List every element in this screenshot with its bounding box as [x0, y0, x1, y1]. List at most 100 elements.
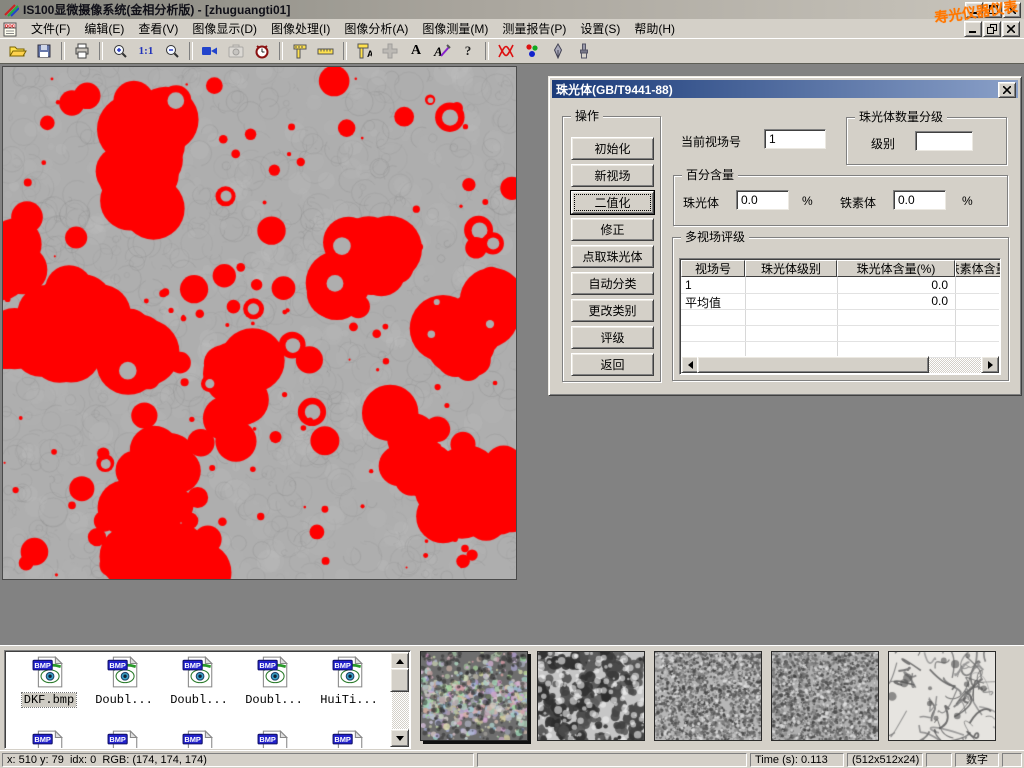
- pearlite-label: 珠光体: [683, 194, 719, 211]
- menu-measure-report[interactable]: 测量报告(P): [495, 18, 573, 39]
- timer-icon[interactable]: [249, 39, 275, 63]
- curve-tool-icon[interactable]: [493, 39, 519, 63]
- grade-input[interactable]: [915, 131, 973, 151]
- thumbnail-3[interactable]: [654, 651, 762, 741]
- file-name[interactable]: Doubl...: [168, 693, 230, 707]
- menu-file[interactable]: 文件(F): [24, 18, 77, 39]
- toolbar-separator: [99, 42, 103, 60]
- file-name[interactable]: HuiTi...: [318, 693, 380, 707]
- mdi-close-button[interactable]: [1002, 21, 1020, 37]
- dialog-close-button[interactable]: [998, 82, 1016, 98]
- correct-button[interactable]: 修正: [571, 218, 654, 241]
- init-button[interactable]: 初始化: [571, 137, 654, 160]
- file-item[interactable]: BMP Doubl...: [163, 655, 235, 707]
- file-item[interactable]: BMP: [313, 729, 385, 749]
- menu-image-measure[interactable]: 图像测量(M): [415, 18, 495, 39]
- col-pearlite-content[interactable]: 珠光体含量(%): [837, 260, 955, 277]
- menu-bar: DOC 文件(F) 编辑(E) 查看(V) 图像显示(D) 图像处理(I) 图像…: [0, 19, 1024, 38]
- file-name[interactable]: DKF.bmp: [22, 693, 76, 707]
- rate-button[interactable]: 评级: [571, 326, 654, 349]
- percent-group-label: 百分含量: [682, 168, 738, 182]
- pearlite-percent-input[interactable]: 0.0: [736, 190, 789, 210]
- toolbar-separator: [189, 42, 193, 60]
- pick-pearlite-button[interactable]: 点取珠光体: [571, 245, 654, 268]
- current-field-input[interactable]: 1: [764, 129, 826, 149]
- menu-image-analysis[interactable]: 图像分析(A): [337, 18, 415, 39]
- open-icon[interactable]: [5, 39, 31, 63]
- table-row[interactable]: 1 0.0: [681, 277, 999, 294]
- col-field[interactable]: 视场号: [681, 260, 745, 277]
- maximize-button[interactable]: [984, 2, 1002, 18]
- save-icon[interactable]: [31, 39, 57, 63]
- file-name[interactable]: Doubl...: [93, 693, 155, 707]
- toolbar-separator: [343, 42, 347, 60]
- status-bar: x: 510 y: 79 idx: 0 RGB: (174, 174, 174)…: [0, 750, 1024, 768]
- thumbnail-2[interactable]: [537, 651, 645, 741]
- new-field-button[interactable]: 新视场: [571, 164, 654, 187]
- video-capture-icon[interactable]: [197, 39, 223, 63]
- close-button[interactable]: [1003, 2, 1021, 18]
- menu-edit[interactable]: 编辑(E): [77, 18, 131, 39]
- pen-tool-icon[interactable]: [545, 39, 571, 63]
- menu-settings[interactable]: 设置(S): [573, 18, 627, 39]
- svg-text:BMP: BMP: [109, 661, 126, 670]
- specimen-canvas[interactable]: [3, 67, 516, 579]
- insert-text-icon[interactable]: A: [403, 39, 429, 63]
- scroll-right-button[interactable]: [981, 356, 999, 373]
- ferrite-percent-input[interactable]: 0.0: [893, 190, 946, 210]
- caliper-icon[interactable]: [287, 39, 313, 63]
- menu-image-processing[interactable]: 图像处理(I): [264, 18, 337, 39]
- edit-annotation-icon[interactable]: A: [429, 39, 455, 63]
- phase-classify-icon[interactable]: [519, 39, 545, 63]
- svg-text:BMP: BMP: [34, 735, 51, 744]
- auto-classify-button[interactable]: 自动分类: [571, 272, 654, 295]
- document-icon: DOC: [2, 21, 20, 37]
- zoom-out-icon[interactable]: [159, 39, 185, 63]
- svg-text:BMP: BMP: [334, 661, 351, 670]
- measure-text-icon[interactable]: A: [351, 39, 377, 63]
- menu-image-display[interactable]: 图像显示(D): [185, 18, 264, 39]
- current-field-label: 当前视场号: [681, 133, 741, 150]
- return-button[interactable]: 返回: [571, 353, 654, 376]
- thumbnail-1[interactable]: [420, 651, 528, 741]
- file-item[interactable]: BMP: [163, 729, 235, 749]
- change-class-button[interactable]: 更改类别: [571, 299, 654, 322]
- bmp-file-icon: BMP: [182, 729, 216, 749]
- file-item[interactable]: BMP Doubl...: [238, 655, 310, 707]
- mdi-minimize-button[interactable]: [964, 21, 982, 37]
- dialog-title-bar[interactable]: 珠光体(GB/T9441-88): [552, 80, 1018, 98]
- print-icon[interactable]: [69, 39, 95, 63]
- mdi-restore-button[interactable]: [983, 21, 1001, 37]
- status-dimensions: (512x512x24): [847, 753, 923, 767]
- table-row[interactable]: 平均值 0.0: [681, 293, 999, 310]
- thumbnail-4[interactable]: [771, 651, 879, 741]
- menu-help[interactable]: 帮助(H): [627, 18, 682, 39]
- brush-tool-icon[interactable]: [571, 39, 597, 63]
- move-cross-icon[interactable]: [377, 39, 403, 63]
- rating-table[interactable]: 视场号 珠光体级别 珠光体含量(%) 铁素体含量(%) 1 0.0 平均值 0.…: [679, 258, 1001, 375]
- thumbnail-5[interactable]: [888, 651, 996, 741]
- scroll-down-button[interactable]: [390, 729, 409, 747]
- col-ferrite-content[interactable]: 铁素体含量(%): [955, 260, 1001, 277]
- context-help-icon[interactable]: ?: [455, 39, 481, 63]
- file-name[interactable]: Doubl...: [243, 693, 305, 707]
- minimize-button[interactable]: [965, 2, 983, 18]
- binarize-button[interactable]: 二值化: [571, 191, 654, 214]
- camera-icon[interactable]: [223, 39, 249, 63]
- file-item[interactable]: BMP HuiTi...: [313, 655, 385, 707]
- zoom-in-icon[interactable]: [107, 39, 133, 63]
- toolbar-separator: [61, 42, 65, 60]
- cell-content: 0.0: [838, 294, 948, 308]
- v-scrollbar-thumb[interactable]: [390, 668, 409, 692]
- actual-size-icon[interactable]: 1:1: [133, 39, 159, 63]
- ruler-icon[interactable]: [313, 39, 339, 63]
- col-grade[interactable]: 珠光体级别: [745, 260, 837, 277]
- ferrite-percent-unit: %: [962, 194, 973, 208]
- file-item[interactable]: BMP: [88, 729, 160, 749]
- file-item[interactable]: BMP: [238, 729, 310, 749]
- h-scrollbar-thumb[interactable]: [697, 356, 929, 373]
- file-item[interactable]: BMP: [13, 729, 85, 749]
- file-item[interactable]: BMP DKF.bmp: [13, 655, 85, 707]
- menu-view[interactable]: 查看(V): [131, 18, 185, 39]
- file-item[interactable]: BMP Doubl...: [88, 655, 160, 707]
